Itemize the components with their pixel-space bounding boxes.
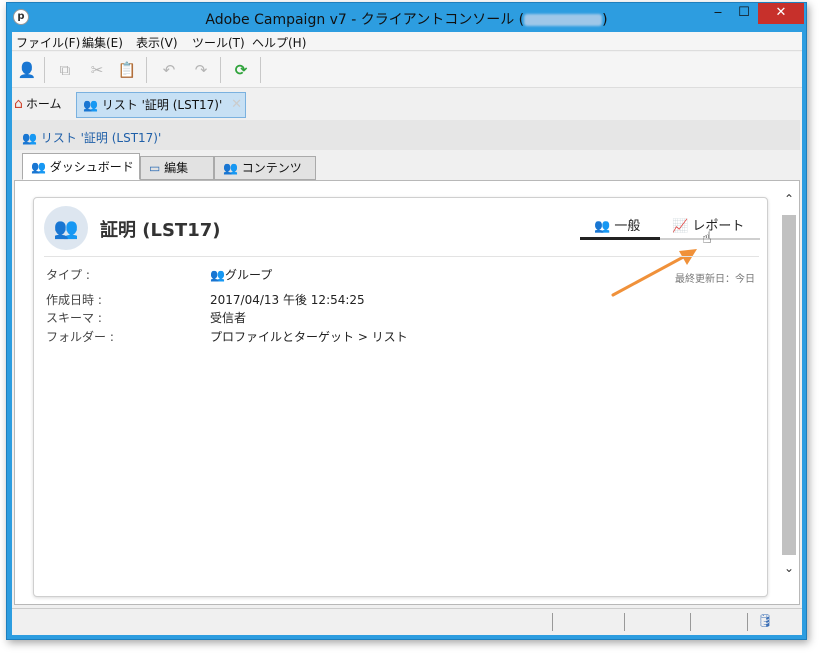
hand-cursor-icon: ☝ [702, 228, 712, 247]
scroll-up-icon[interactable]: ⌃ [781, 187, 797, 211]
active-view-indicator [580, 237, 660, 240]
tab-close-icon[interactable]: ✕ [231, 93, 242, 117]
field-schema-label: スキーマ : [46, 311, 102, 325]
breadcrumb-bar: 👥 リスト '証明 (LST17)' [12, 120, 800, 150]
last-updated: 最終更新日：今日 [675, 274, 755, 285]
redacted-username [524, 14, 603, 26]
field-type-label: タイプ : [46, 268, 90, 282]
chart-icon: 📈 [672, 219, 689, 234]
field-folder-label: フォルダー : [46, 330, 114, 344]
breadcrumb[interactable]: 👥 リスト '証明 (LST17)' [22, 129, 161, 146]
view-general-label: 一般 [614, 219, 641, 234]
breadcrumb-label: リスト '証明 (LST17)' [40, 131, 162, 145]
field-folder-value: プロファイルとターゲット > リスト [210, 330, 408, 344]
menu-edit[interactable]: 編集(E) [82, 34, 123, 51]
toolbar: 👤 ⧉ ✂ 📋 ↶ ↷ ⟳ [12, 52, 802, 88]
toolbar-separator [146, 57, 147, 83]
home-icon: ⌂ [14, 96, 23, 112]
tab-content[interactable]: 👥 コンテンツ [214, 156, 316, 180]
undo-icon[interactable]: ↶ [158, 59, 180, 81]
menu-bar: ファイル(F) 編集(E) 表示(V) ツール(T) ヘルプ(H) [12, 32, 802, 51]
group-icon: 👥 [31, 160, 46, 174]
maximize-button[interactable]: ☐ [732, 3, 756, 24]
vertical-scrollbar[interactable]: ⌃ ⌄ [781, 187, 797, 580]
content-tabs: 👥 ダッシュボード ▭ 編集 👥 コンテンツ [12, 150, 802, 180]
card-divider [44, 256, 759, 257]
paste-icon[interactable]: 📋 [116, 59, 138, 81]
window-icon: ▭ [149, 161, 161, 175]
field-type-value: 👥グループ [210, 266, 272, 283]
refresh-icon[interactable]: ⟳ [230, 59, 252, 81]
summary-card: 👥 証明 (LST17) 👥 一般 📈 レポート ☝ 最終更新日：今日 タイプ … [33, 197, 768, 597]
status-divider [747, 613, 748, 631]
field-type-text: グループ [224, 268, 273, 282]
status-divider [552, 613, 553, 631]
toolbar-separator [260, 57, 261, 83]
menu-help[interactable]: ヘルプ(H) [252, 34, 306, 51]
document-tabs: ⌂ ホーム 👥 リスト '証明 (LST17)' ✕ [12, 89, 802, 120]
tab-edit[interactable]: ▭ 編集 [140, 156, 214, 180]
field-created-value: 2017/04/13 午後 12:54:25 [210, 293, 365, 307]
window-title: Adobe Campaign v7 - クライアントコンソール () [205, 12, 608, 28]
tab-dashboard[interactable]: 👥 ダッシュボード [22, 153, 140, 180]
people-icon: 👥 [594, 219, 611, 234]
tab-home-label: ホーム [25, 97, 62, 111]
client-area: ファイル(F) 編集(E) 表示(V) ツール(T) ヘルプ(H) 👤 ⧉ ✂ … [12, 32, 802, 635]
menu-tools[interactable]: ツール(T) [192, 34, 245, 51]
tab-content-label: コンテンツ [241, 161, 302, 175]
dashboard-panel: 👥 証明 (LST17) 👥 一般 📈 レポート ☝ 最終更新日：今日 タイプ … [14, 180, 800, 605]
card-title: 証明 (LST17) [100, 220, 221, 241]
scroll-thumb[interactable] [782, 215, 796, 555]
group-icon: 👥 [83, 98, 98, 112]
group-icon: 👥 [22, 131, 37, 145]
new-user-icon[interactable]: 👤 [16, 59, 38, 81]
status-divider [624, 613, 625, 631]
view-reports-label: レポート [692, 219, 745, 234]
scroll-down-icon[interactable]: ⌄ [781, 556, 797, 580]
close-button[interactable]: ✕ [758, 3, 804, 24]
tab-list-label: リスト '証明 (LST17)' [101, 98, 223, 112]
group-icon: 👥 [223, 161, 238, 175]
field-schema-value: 受信者 [210, 311, 247, 325]
tab-edit-label: 編集 [164, 161, 189, 175]
tab-list[interactable]: 👥 リスト '証明 (LST17)' ✕ [76, 92, 246, 118]
status-bar: 🛢 [12, 608, 802, 634]
database-icon[interactable]: 🛢 [757, 614, 774, 629]
copy-icon[interactable]: ⧉ [54, 59, 76, 81]
status-divider [690, 613, 691, 631]
group-icon: 👥 [210, 268, 225, 282]
view-tab-underline [580, 237, 760, 240]
redo-icon[interactable]: ↷ [190, 59, 212, 81]
tab-dashboard-label: ダッシュボード [49, 160, 134, 174]
menu-view[interactable]: 表示(V) [136, 34, 178, 51]
cut-icon[interactable]: ✂ [86, 59, 108, 81]
view-general[interactable]: 👥 一般 [594, 215, 640, 234]
menu-file[interactable]: ファイル(F) [16, 34, 80, 51]
tab-home[interactable]: ⌂ ホーム [14, 95, 62, 115]
toolbar-separator [44, 57, 45, 83]
toolbar-separator [220, 57, 221, 83]
group-avatar-icon: 👥 [44, 206, 88, 250]
app-window: p Adobe Campaign v7 - クライアントコンソール () ‒ ☐… [6, 2, 807, 640]
field-created-label: 作成日時 : [46, 293, 102, 307]
minimize-button[interactable]: ‒ [706, 3, 730, 24]
title-bar[interactable]: p Adobe Campaign v7 - クライアントコンソール () ‒ ☐… [7, 3, 806, 32]
